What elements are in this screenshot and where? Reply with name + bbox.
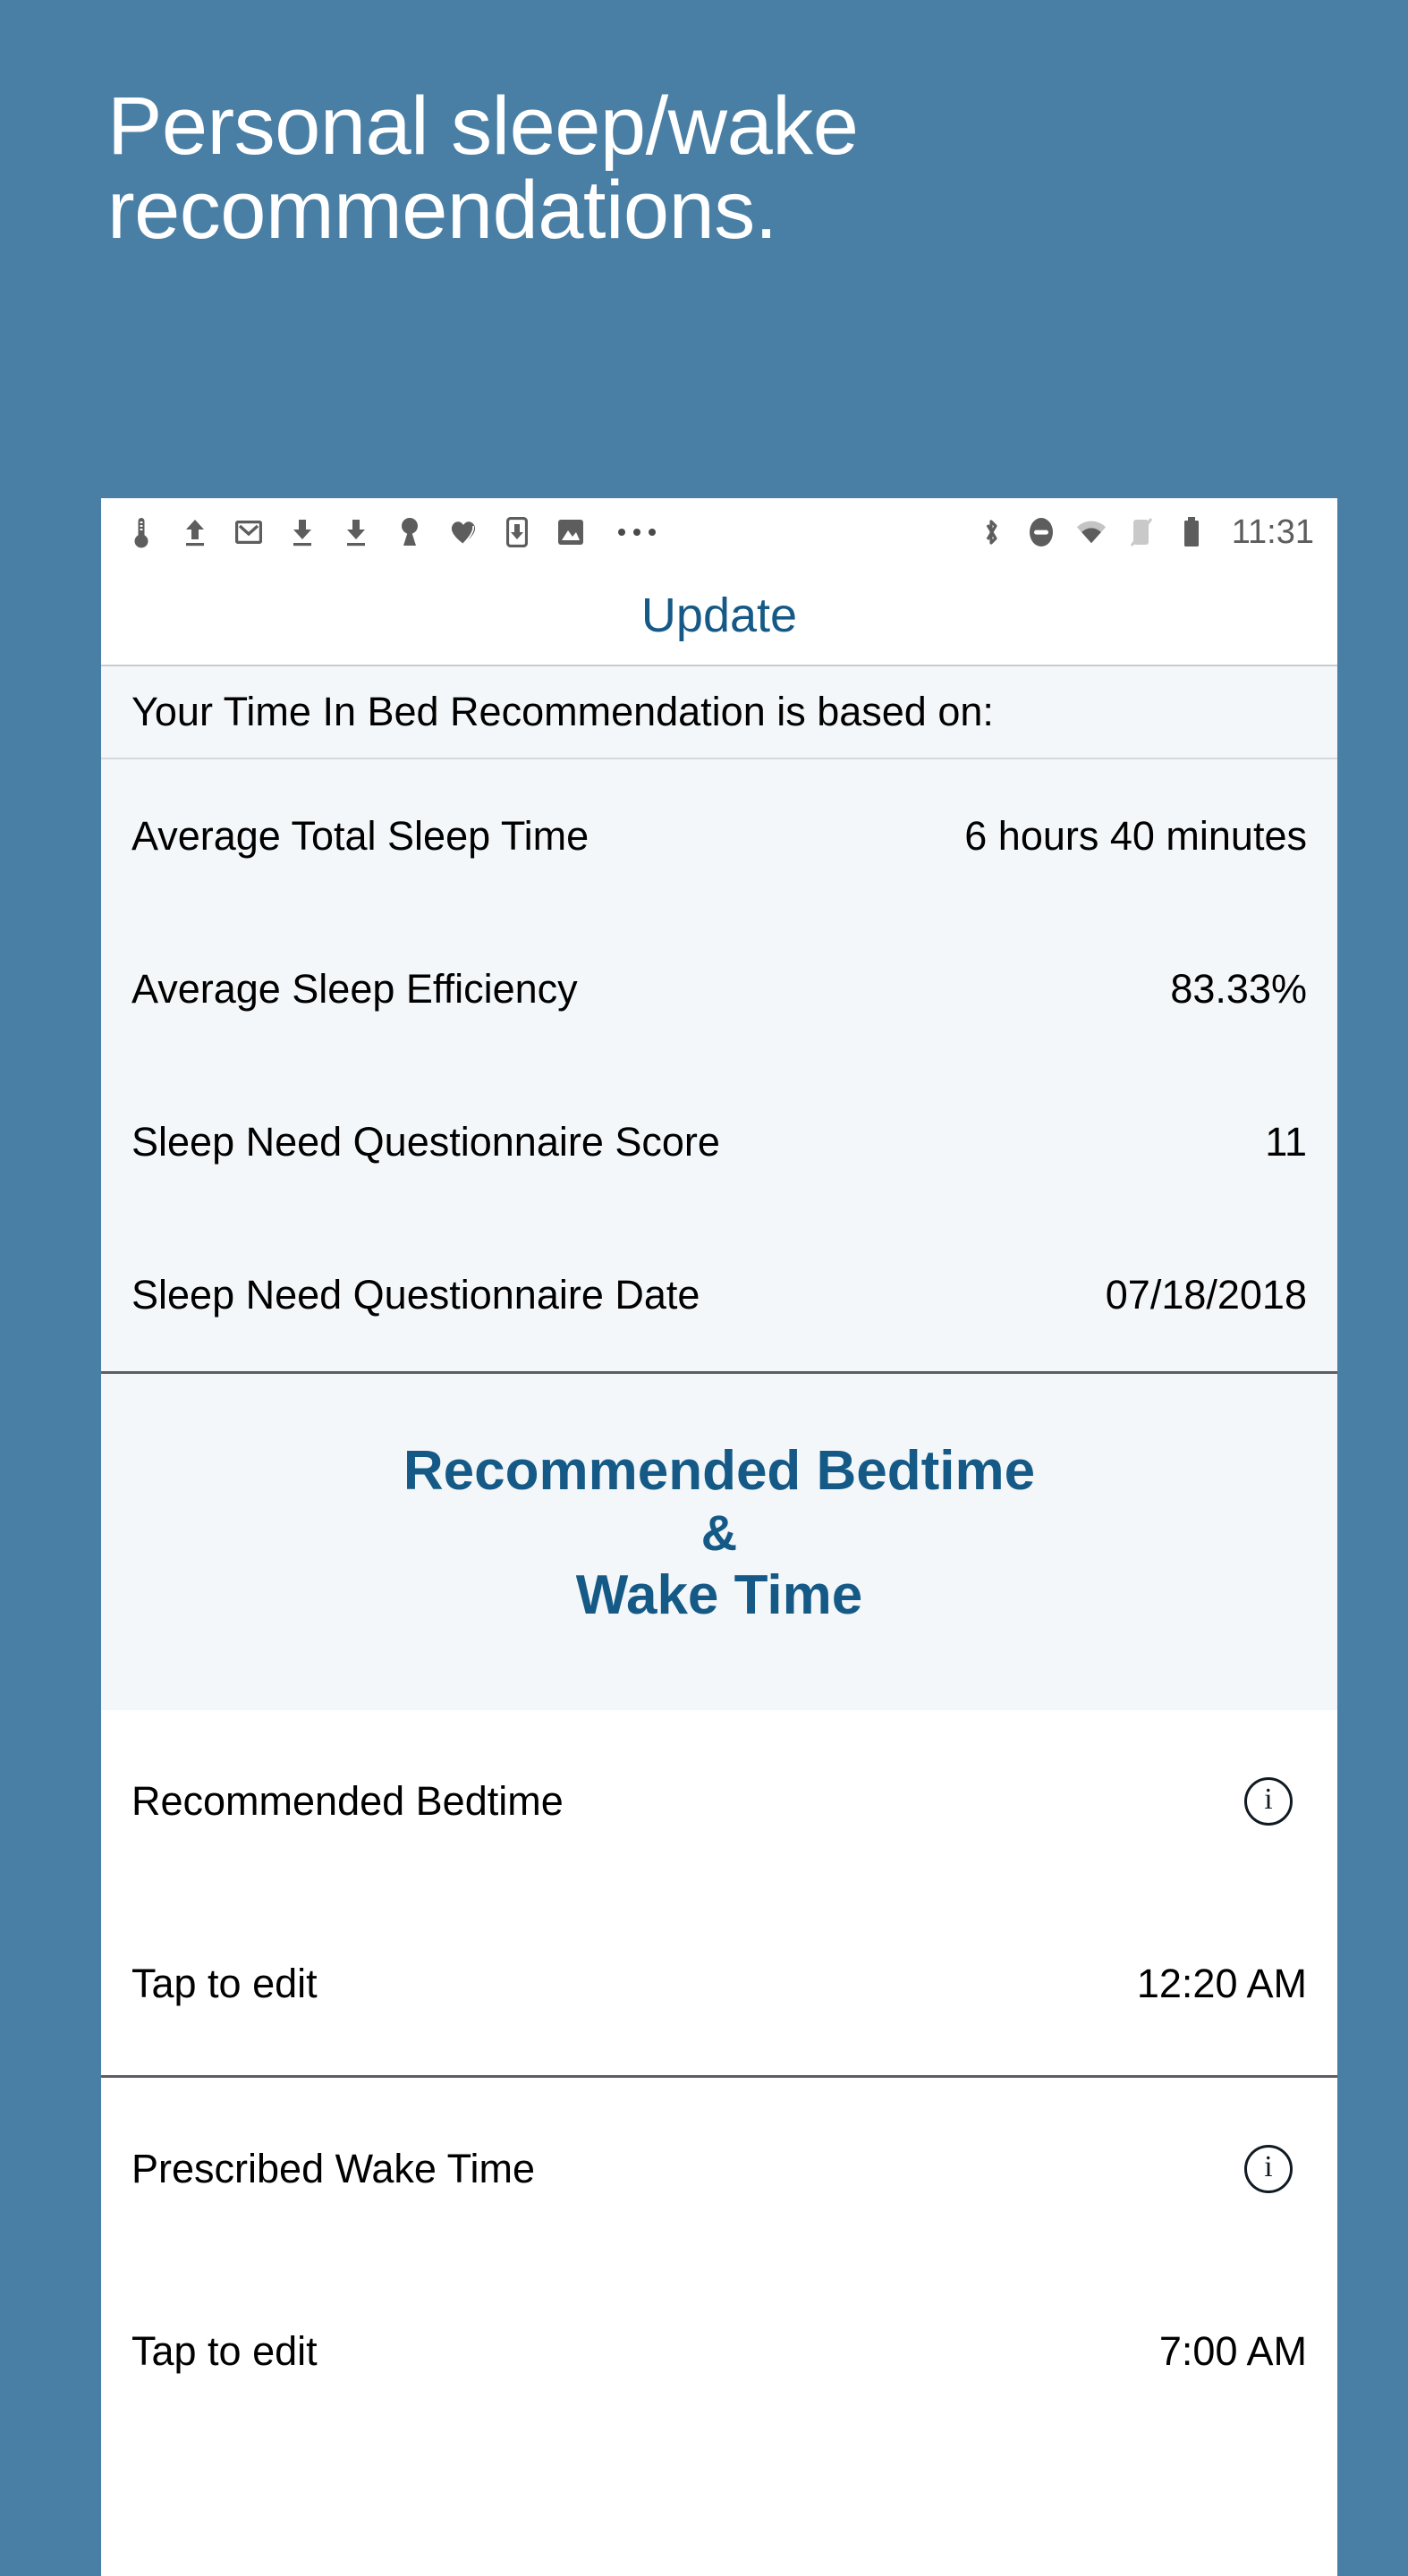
basis-section-header: Your Time In Bed Recommendation is based… [101, 666, 1337, 759]
wifi-icon [1076, 515, 1107, 549]
basis-list: Average Total Sleep Time 6 hours 40 minu… [101, 759, 1337, 1374]
headline-line-1: Recommended Bedtime [403, 1440, 1036, 1502]
bedtime-value[interactable]: 12:20 AM [1137, 1961, 1307, 2007]
table-row: Sleep Need Questionnaire Score 11 [101, 1065, 1337, 1218]
gmail-icon [233, 515, 264, 549]
thermometer-icon [126, 515, 157, 549]
table-row: Average Total Sleep Time 6 hours 40 minu… [101, 759, 1337, 912]
more-dots-icon [609, 529, 665, 536]
info-icon[interactable]: i [1244, 1777, 1293, 1826]
recommended-bedtime-label: Recommended Bedtime [131, 1778, 564, 1825]
row-label: Sleep Need Questionnaire Score [131, 1118, 720, 1165]
info-icon[interactable]: i [1244, 2145, 1293, 2194]
basis-section-header-label: Your Time In Bed Recommendation is based… [131, 689, 994, 734]
recommended-bedtime-row: Recommended Bedtime i [101, 1710, 1337, 1894]
keyhole-icon [394, 515, 425, 549]
heart-icon [448, 515, 479, 549]
waketime-group: Prescribed Wake Time i Tap to edit 7:00 … [101, 2078, 1337, 2444]
status-bar-notification-icons [126, 515, 976, 549]
do-not-disturb-icon [1026, 515, 1056, 549]
waketime-value[interactable]: 7:00 AM [1159, 2328, 1307, 2375]
table-row: Sleep Need Questionnaire Date 07/18/2018 [101, 1218, 1337, 1371]
nav-title[interactable]: Update [641, 588, 797, 643]
android-status-bar: 11:31 [101, 498, 1337, 566]
bedtime-edit-label[interactable]: Tap to edit [131, 1961, 318, 2007]
row-label: Average Total Sleep Time [131, 812, 589, 859]
status-bar-system-icons: 11:31 [976, 513, 1314, 552]
headline-ampersand: & [700, 1504, 738, 1562]
row-value: 83.33% [1170, 965, 1307, 1012]
upload-icon [180, 515, 210, 549]
waketime-edit-row[interactable]: Tap to edit 7:00 AM [101, 2260, 1337, 2444]
headline-line-3: Wake Time [575, 1564, 863, 1627]
hero-header: Personal sleep/wake recommendations. [0, 0, 1408, 253]
phone-download-icon [502, 515, 532, 549]
row-value: 07/18/2018 [1105, 1271, 1307, 1318]
row-label: Average Sleep Efficiency [131, 965, 578, 1012]
phone-screenshot-panel: 11:31 Update Your Time In Bed Recommenda… [101, 498, 1337, 2576]
silent-mode-icon [1126, 515, 1157, 549]
row-value: 11 [1265, 1118, 1307, 1165]
download-icon [287, 515, 318, 549]
page-title: Personal sleep/wake recommendations. [107, 80, 859, 256]
waketime-edit-label[interactable]: Tap to edit [131, 2328, 318, 2375]
status-bar-clock: 11:31 [1231, 513, 1314, 551]
prescribed-wake-time-row: Prescribed Wake Time i [101, 2078, 1337, 2261]
prescribed-wake-time-label: Prescribed Wake Time [131, 2146, 535, 2192]
bedtime-edit-row[interactable]: Tap to edit 12:20 AM [101, 1893, 1337, 2076]
download-icon [341, 515, 371, 549]
bedtime-group: Recommended Bedtime i Tap to edit 12:20 … [101, 1710, 1337, 2076]
recommendation-headline: Recommended Bedtime & Wake Time [101, 1374, 1337, 1711]
row-value: 6 hours 40 minutes [964, 812, 1307, 859]
bluetooth-icon [976, 515, 1006, 549]
battery-icon [1176, 515, 1207, 549]
image-icon [556, 515, 586, 549]
nav-bar: Update [101, 566, 1337, 666]
row-label: Sleep Need Questionnaire Date [131, 1271, 700, 1318]
table-row: Average Sleep Efficiency 83.33% [101, 912, 1337, 1065]
